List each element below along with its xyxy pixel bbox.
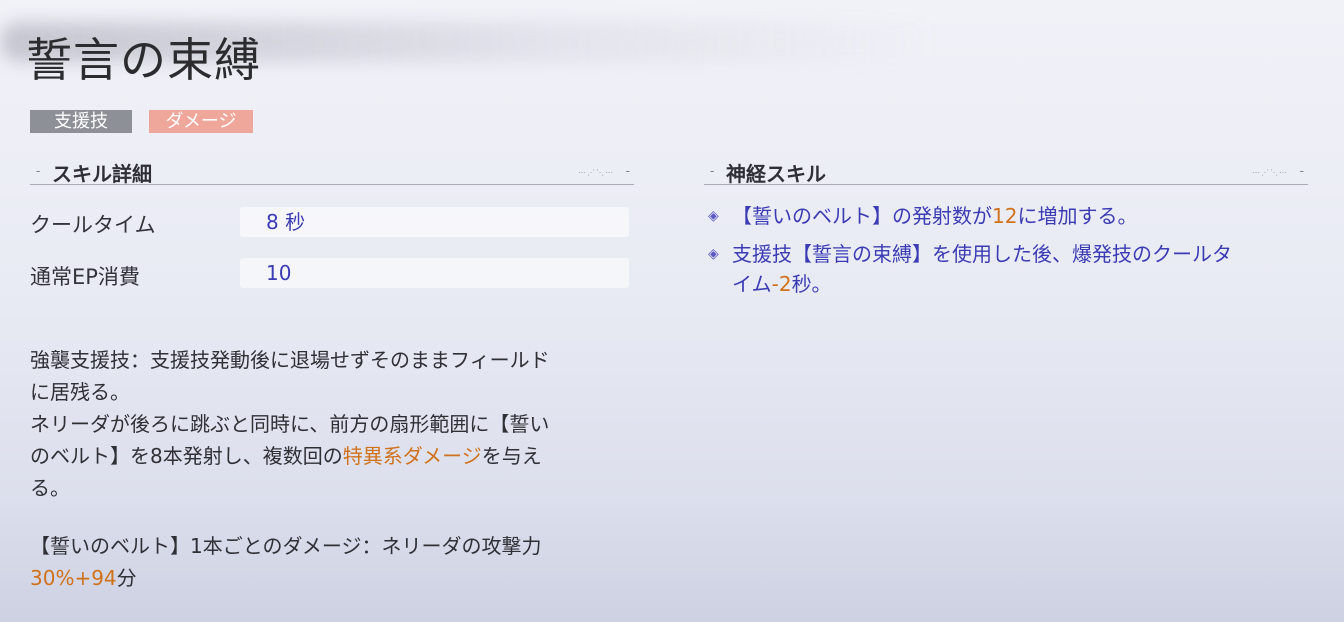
desc-text: のベルト】を8本発射し、複数回の <box>30 444 343 468</box>
bullet-text: に増加する。 <box>1017 204 1138 228</box>
header-dash-icon: - <box>1299 164 1304 178</box>
neural-bullet: ◈ 【誓いのベルト】の発射数が12に増加する。 <box>708 201 1318 231</box>
bullet-text: 【誓いのベルト】の発射数が <box>732 204 992 228</box>
desc-line: のベルト】を8本発射し、複数回の特異系ダメージを与え <box>30 440 630 472</box>
damage-line: 30%+94分 <box>30 562 630 594</box>
skill-details-header: - スキル詳細 ⋯⋰⋱⋯ - <box>30 156 634 186</box>
bullet-text: 秒。 <box>791 272 832 296</box>
tag-damage: ダメージ <box>149 110 253 133</box>
tag-support: 支援技 <box>30 110 132 133</box>
desc-line: る。 <box>30 476 70 500</box>
ep-cost-label: 通常EP消費 <box>30 265 140 289</box>
skill-title: 誓言の束縛 <box>26 33 261 87</box>
neural-skill-header: - 神経スキル ⋯⋰⋱⋯ - <box>704 156 1308 186</box>
header-ornament-icon: ⋯⋰⋱⋯ <box>578 168 614 177</box>
neural-skill-title: 神経スキル <box>726 162 826 186</box>
damage-line: 【誓いのベルト】1本ごとのダメージ：ネリーダの攻撃力 <box>30 534 542 558</box>
cooldown-value: 8 秒 <box>240 207 629 237</box>
diamond-bullet-icon: ◈ <box>708 208 719 224</box>
header-ornament-icon: ⋯⋰⋱⋯ <box>1252 168 1288 177</box>
damage-description: 【誓いのベルト】1本ごとのダメージ：ネリーダの攻撃力 30%+94分 <box>30 530 630 594</box>
header-dash-icon: - <box>625 164 630 178</box>
cooldown-label: クールタイム <box>30 213 156 237</box>
damage-multiplier: 30%+94 <box>30 566 117 590</box>
skill-description: 強襲支援技：支援技発動後に退場せずそのままフィールド に居残る。 ネリーダが後ろ… <box>30 344 630 504</box>
anomaly-damage-keyword: 特異系ダメージ <box>342 444 482 468</box>
desc-line: ネリーダが後ろに跳ぶと同時に、前方の扇形範囲に【誓い <box>30 412 550 436</box>
desc-line: 強襲支援技：支援技発動後に退場せずそのままフィールド <box>30 348 550 372</box>
damage-unit: 分 <box>116 566 137 590</box>
header-dash-icon: - <box>710 164 715 178</box>
neural-bullet: ◈ 支援技【誓言の束縛】を使用した後、爆発技のクールタ イム-2秒。 <box>708 239 1318 299</box>
bullet-text: イム <box>732 272 772 296</box>
bullet-text: 支援技【誓言の束縛】を使用した後、爆発技のクールタ <box>732 242 1232 266</box>
desc-line: に居残る。 <box>30 380 130 404</box>
header-dash-icon: - <box>36 164 41 178</box>
diamond-bullet-icon: ◈ <box>708 246 719 262</box>
ep-cost-value: 10 <box>240 258 629 288</box>
desc-text: を与え <box>481 444 542 468</box>
skill-details-title: スキル詳細 <box>52 162 152 186</box>
belt-count-value: 12 <box>992 204 1018 228</box>
cooldown-reduction-value: -2 <box>771 272 792 296</box>
